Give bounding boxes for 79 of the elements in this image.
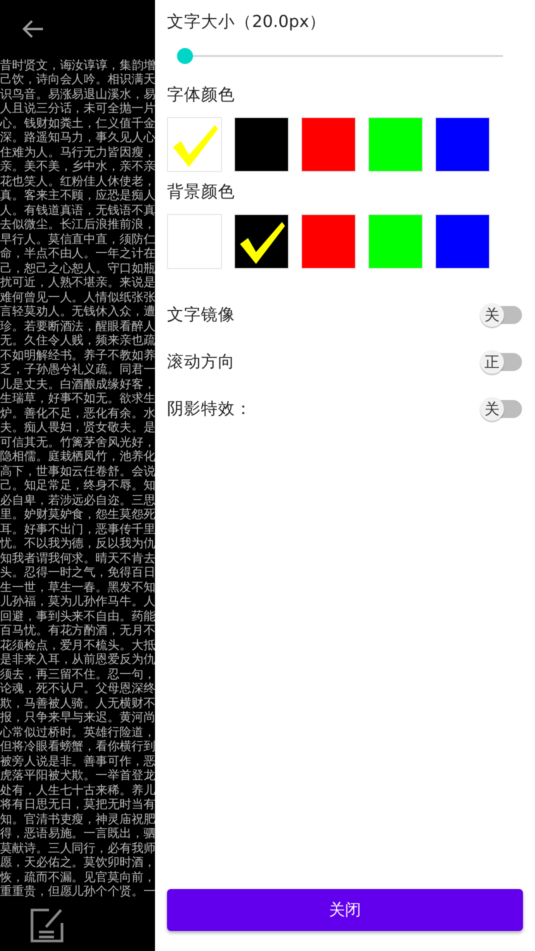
- text-line: 头。忍得一时之气，免得百日: [0, 565, 155, 580]
- text-line: 回避，事到头来不自由。药能: [0, 608, 155, 624]
- text-line: 真。客来主不顾，应恐是痴人: [0, 188, 155, 203]
- text-line: 处有，人生七十古来稀。养儿: [0, 782, 155, 798]
- color-swatch[interactable]: [301, 117, 356, 172]
- back-arrow-icon[interactable]: [22, 18, 44, 39]
- text-line: 己。知足常足，终身不辱。知: [0, 478, 155, 493]
- text-line: 无。久住令人贱，频来亲也疏: [0, 333, 155, 348]
- section-label: 背景颜色: [167, 181, 236, 203]
- text-line: 可信其无。竹篱茅舍风光好，: [0, 434, 155, 450]
- text-line: 乏，子孙愚兮礼义疏。同君一: [0, 362, 155, 377]
- color-swatch[interactable]: [435, 214, 490, 269]
- color-swatch[interactable]: [234, 117, 289, 172]
- text-line: 知我者谓我何求。晴天不肯去: [0, 550, 155, 566]
- text-line: 必自卑，若涉远必自迩。三思: [0, 492, 155, 508]
- text-line: 己饮，诗向会人吟。相识满天: [0, 72, 155, 87]
- text-line: 是非来入耳，从前恩爱反为仇: [0, 652, 155, 667]
- text-line: 愿，天必佑之。莫饮卯时酒，: [0, 855, 155, 870]
- color-swatch[interactable]: [301, 214, 356, 269]
- text-line: 生瑞草，好事不如无。欲求生: [0, 391, 155, 406]
- text-line: 知。官清书吏瘦，神灵庙祝肥: [0, 812, 155, 826]
- edit-icon[interactable]: [30, 906, 64, 943]
- text-line: 但将冷眼看螃蟹，看你横行到: [0, 739, 155, 754]
- text-line: 被旁人说是非。善事可作，恶: [0, 754, 155, 768]
- text-line: 百马忧。有花方酌酒，无月不: [0, 623, 155, 638]
- text-line: 花须检点，爱月不梳头。大抵: [0, 638, 155, 652]
- font-size-label: 文字大小（20.0px）: [167, 11, 327, 33]
- toggle-label: 文字镜像: [167, 304, 235, 326]
- text-line: 耳。好事不出门，恶事传千里: [0, 522, 155, 536]
- text-line: 花也笑人。红粉佳人休使老，: [0, 174, 155, 188]
- text-line: 住难为人。马行无力皆因瘦，: [0, 144, 155, 160]
- text-line: 命，半点不由人。一年之计在: [0, 246, 155, 261]
- text-line: 言轻莫劝人。无钱休入众，遭: [0, 304, 155, 319]
- text-line: 报，只争来早与来迟。黄河尚: [0, 710, 155, 725]
- text-line: 扰可近，人熟不堪亲。来说是: [0, 275, 155, 290]
- text-line: 人且说三分话，未可全抛一片: [0, 101, 155, 116]
- text-line: 珍。若要断酒法，醒眼看醉人: [0, 318, 155, 334]
- color-swatch[interactable]: [167, 117, 222, 172]
- text-line: 儿是丈夫。白酒酿成缘好客，: [0, 376, 155, 392]
- text-line: 生一世，草生一春。黑发不知: [0, 580, 155, 594]
- color-swatch[interactable]: [368, 214, 423, 269]
- text-line: 难何曾见一人。人情似纸张张: [0, 290, 155, 304]
- text-line: 论魂，死不认尸。父母恩深终: [0, 681, 155, 696]
- text-line: 去似微尘。长江后浪推前浪，: [0, 217, 155, 232]
- text-line: 重重贵，但愿儿孙个个贤。一: [0, 884, 155, 899]
- check-icon: [238, 220, 286, 264]
- text-line: 识鸟音。易涨易退山溪水，易: [0, 86, 155, 102]
- text-line: 昔时贤文，诲汝谆谆，集韵增: [0, 58, 155, 72]
- close-button[interactable]: 关闭: [167, 889, 523, 931]
- text-line: 恢，疏而不漏。见官莫向前，: [0, 870, 155, 884]
- text-line: 虎落平阳被犬欺。一举首登龙: [0, 768, 155, 783]
- text-line: 将有日思无日，莫把无时当有: [0, 797, 155, 812]
- text-line: 深。路遥知马力，事久见人心: [0, 130, 155, 145]
- color-swatch[interactable]: [167, 214, 222, 269]
- toggle-label: 滚动方向: [167, 350, 235, 372]
- text-line: 得，恶语易施。一言既出，驷: [0, 826, 155, 841]
- text-line: 莫献诗。三人同行，必有我师: [0, 840, 155, 856]
- color-swatch[interactable]: [435, 117, 490, 172]
- text-line: 儿孙福，莫为儿孙作马牛。人: [0, 594, 155, 609]
- text-line: 不如明解经书。养子不教如养: [0, 348, 155, 362]
- text-line: 欺，马善被人骑。人无横财不: [0, 696, 155, 710]
- text-line: 早行人。莫信直中直，须防仁: [0, 232, 155, 246]
- text-line: 须去，再三留不住。忍一句，: [0, 666, 155, 682]
- check-icon: [170, 122, 218, 166]
- text-line: 忧。不以我为德，反以我为仇: [0, 536, 155, 551]
- text-line: 人。有钱道真语，无钱语不真: [0, 202, 155, 218]
- color-swatch[interactable]: [234, 214, 289, 269]
- section-label: 字体颜色: [167, 84, 236, 106]
- color-swatch[interactable]: [368, 117, 423, 172]
- text-line: 炉。善化不足，恶化有余。水: [0, 406, 155, 420]
- text-line: 亲。美不美，乡中水，亲不亲: [0, 159, 155, 174]
- text-line: 己，恕己之心恕人。守口如瓶: [0, 260, 155, 276]
- toggle-label: 阴影特效：: [167, 398, 252, 420]
- text-line: 高下，世事如云任卷舒。会说: [0, 464, 155, 478]
- text-line: 里。妒财莫妒食，怨生莫怨死: [0, 507, 155, 522]
- text-line: 心。钱财如粪土，仁义值千金: [0, 116, 155, 130]
- text-line: 隐相儒。庭栽栖凤竹，池养化: [0, 449, 155, 464]
- text-line: 心常似过桥时。英雄行险道，: [0, 724, 155, 740]
- text-line: 夫。痴人畏妇，贤女敬夫。是: [0, 420, 155, 435]
